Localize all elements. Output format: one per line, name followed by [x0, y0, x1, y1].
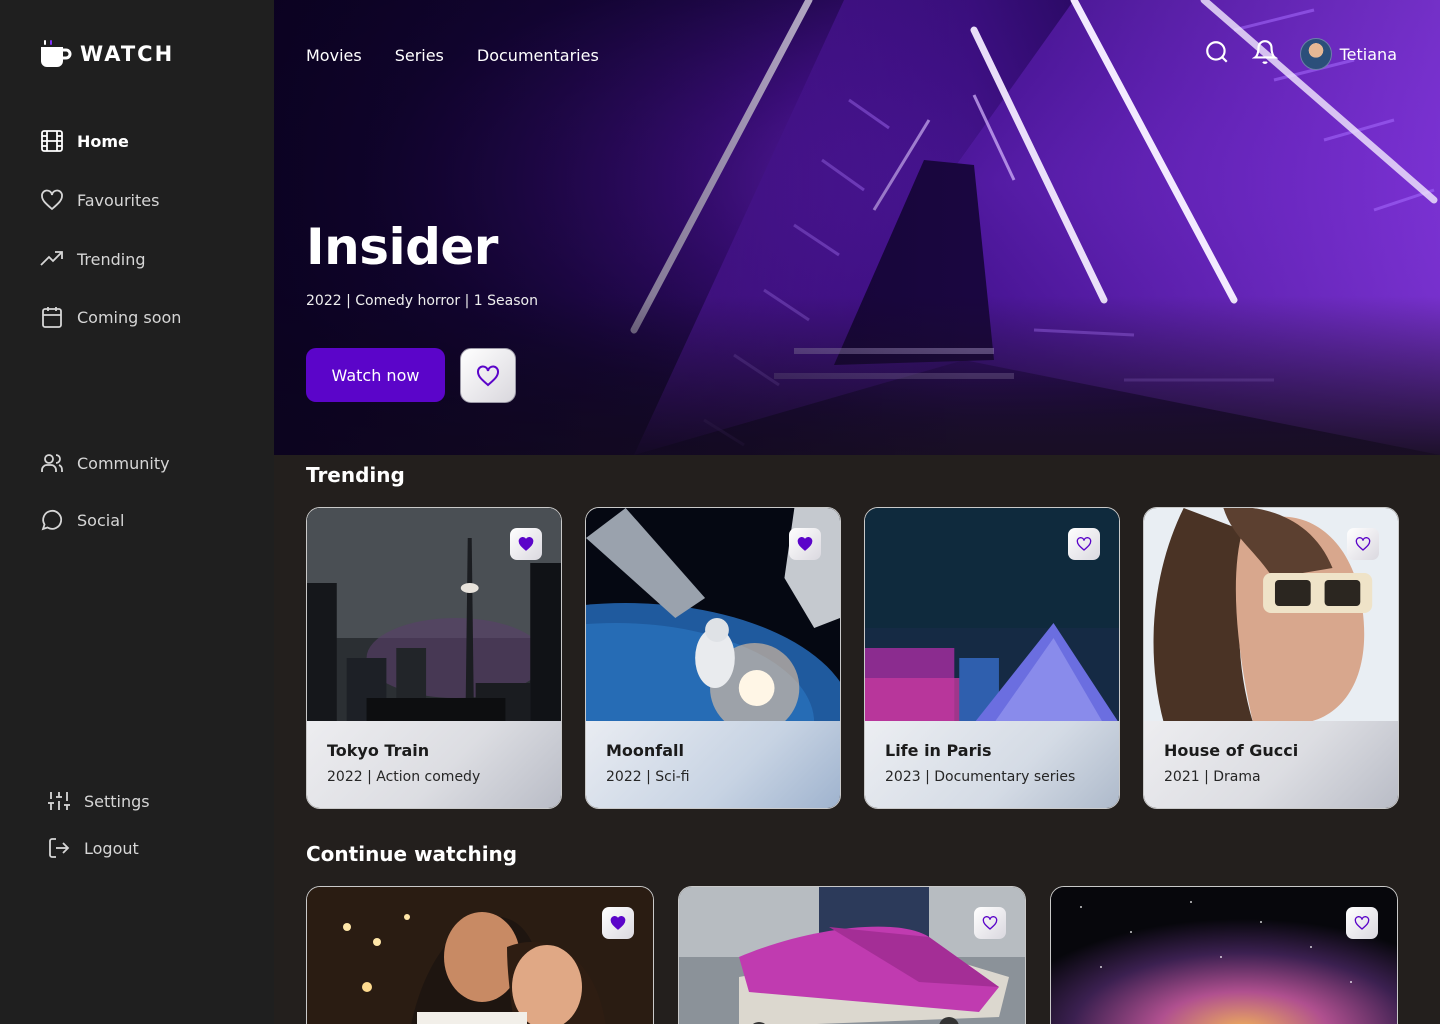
users-icon [41, 454, 63, 472]
sidebar-item-label: Settings [84, 791, 150, 811]
card-image [307, 887, 653, 1024]
card-title: Moonfall [606, 741, 685, 760]
bell-icon[interactable] [1251, 39, 1278, 69]
avatar [1299, 38, 1332, 70]
heart-icon [477, 364, 499, 386]
card-info: Life in Paris 2023 | Documentary series [865, 721, 1119, 808]
heart-icon [1354, 916, 1370, 930]
heart-icon [1076, 537, 1092, 551]
continue-watching-title: Continue watching [306, 842, 518, 866]
user-name: Tetiana [1339, 44, 1397, 64]
main-content: Movies Series Documentaries Tetiana Insi… [274, 0, 1440, 1024]
hero-banner: Movies Series Documentaries Tetiana Insi… [274, 0, 1440, 455]
logo[interactable]: WATCH [40, 38, 174, 70]
nav-link-series[interactable]: Series [395, 46, 444, 65]
chat-icon [41, 509, 63, 531]
top-actions: Tetiana [1204, 38, 1397, 70]
favourite-toggle[interactable] [602, 907, 634, 939]
sidebar-item-social[interactable]: Social [40, 508, 124, 532]
sidebar-item-label: Coming soon [77, 307, 182, 327]
sidebar-item-home[interactable]: Home [40, 129, 129, 153]
sidebar-item-logout[interactable]: Logout [47, 836, 139, 860]
card-info: Tokyo Train 2022 | Action comedy [307, 721, 561, 808]
sidebar-item-settings[interactable]: Settings [47, 789, 150, 813]
sidebar: WATCH Home Favourites Trending Coming so… [0, 0, 274, 1024]
trending-card[interactable]: Tokyo Train 2022 | Action comedy [306, 507, 562, 809]
sidebar-item-label: Home [77, 131, 129, 151]
card-image [1051, 887, 1397, 1024]
top-nav: Movies Series Documentaries [306, 46, 599, 65]
continue-watching-card[interactable] [1050, 886, 1398, 1024]
favourite-toggle[interactable] [1346, 907, 1378, 939]
hero-favourite-button[interactable] [460, 348, 516, 403]
calendar-icon [42, 307, 62, 328]
trending-card[interactable]: Moonfall 2022 | Sci-fi [585, 507, 841, 809]
sidebar-item-coming-soon[interactable]: Coming soon [40, 305, 181, 329]
nav-link-movies[interactable]: Movies [306, 46, 362, 65]
sidebar-item-label: Social [77, 510, 125, 530]
card-title: Life in Paris [885, 741, 992, 760]
heart-filled-icon [518, 537, 534, 551]
sidebar-item-favourites[interactable]: Favourites [40, 188, 159, 212]
sidebar-item-label: Logout [84, 838, 139, 858]
favourite-toggle[interactable] [1347, 528, 1379, 560]
favourite-toggle[interactable] [510, 528, 542, 560]
sidebar-item-label: Favourites [77, 190, 160, 210]
cup-icon [41, 40, 72, 67]
card-title: Tokyo Train [327, 741, 430, 760]
heart-icon [982, 916, 998, 930]
continue-watching-card[interactable] [678, 886, 1026, 1024]
heart-icon [1355, 537, 1371, 551]
sliders-icon [48, 792, 70, 810]
trending-icon [40, 251, 63, 266]
favourite-toggle[interactable] [789, 528, 821, 560]
heart-icon [41, 189, 63, 211]
favourite-toggle[interactable] [1068, 528, 1100, 560]
card-meta: 2022 | Action comedy [327, 769, 481, 785]
heart-filled-icon [797, 537, 813, 551]
trending-card[interactable]: Life in Paris 2023 | Documentary series [864, 507, 1120, 809]
sidebar-item-community[interactable]: Community [40, 451, 170, 475]
card-info: House of Gucci 2021 | Drama [1144, 721, 1398, 808]
nav-link-documentaries[interactable]: Documentaries [477, 46, 599, 65]
sidebar-item-trending[interactable]: Trending [40, 247, 146, 271]
card-meta: 2023 | Documentary series [885, 769, 1076, 785]
film-icon [41, 130, 63, 152]
sidebar-item-label: Trending [77, 249, 146, 269]
trending-card[interactable]: House of Gucci 2021 | Drama [1143, 507, 1399, 809]
sidebar-item-label: Community [77, 453, 170, 473]
card-title: House of Gucci [1164, 741, 1299, 760]
user-menu[interactable]: Tetiana [1299, 38, 1397, 70]
watch-now-button[interactable]: Watch now [306, 348, 445, 402]
heart-filled-icon [610, 916, 626, 930]
card-meta: 2022 | Sci-fi [606, 769, 690, 785]
card-image [679, 887, 1025, 1024]
trending-title: Trending [306, 463, 405, 487]
logout-icon [49, 838, 70, 858]
hero-meta: 2022 | Comedy horror | 1 Season [306, 293, 538, 309]
logo-text: WATCH [80, 42, 175, 66]
hero-title: Insider [306, 218, 498, 276]
continue-watching-card[interactable] [306, 886, 654, 1024]
favourite-toggle[interactable] [974, 907, 1006, 939]
card-meta: 2021 | Drama [1164, 769, 1261, 785]
search-icon[interactable] [1204, 39, 1230, 69]
card-info: Moonfall 2022 | Sci-fi [586, 721, 840, 808]
